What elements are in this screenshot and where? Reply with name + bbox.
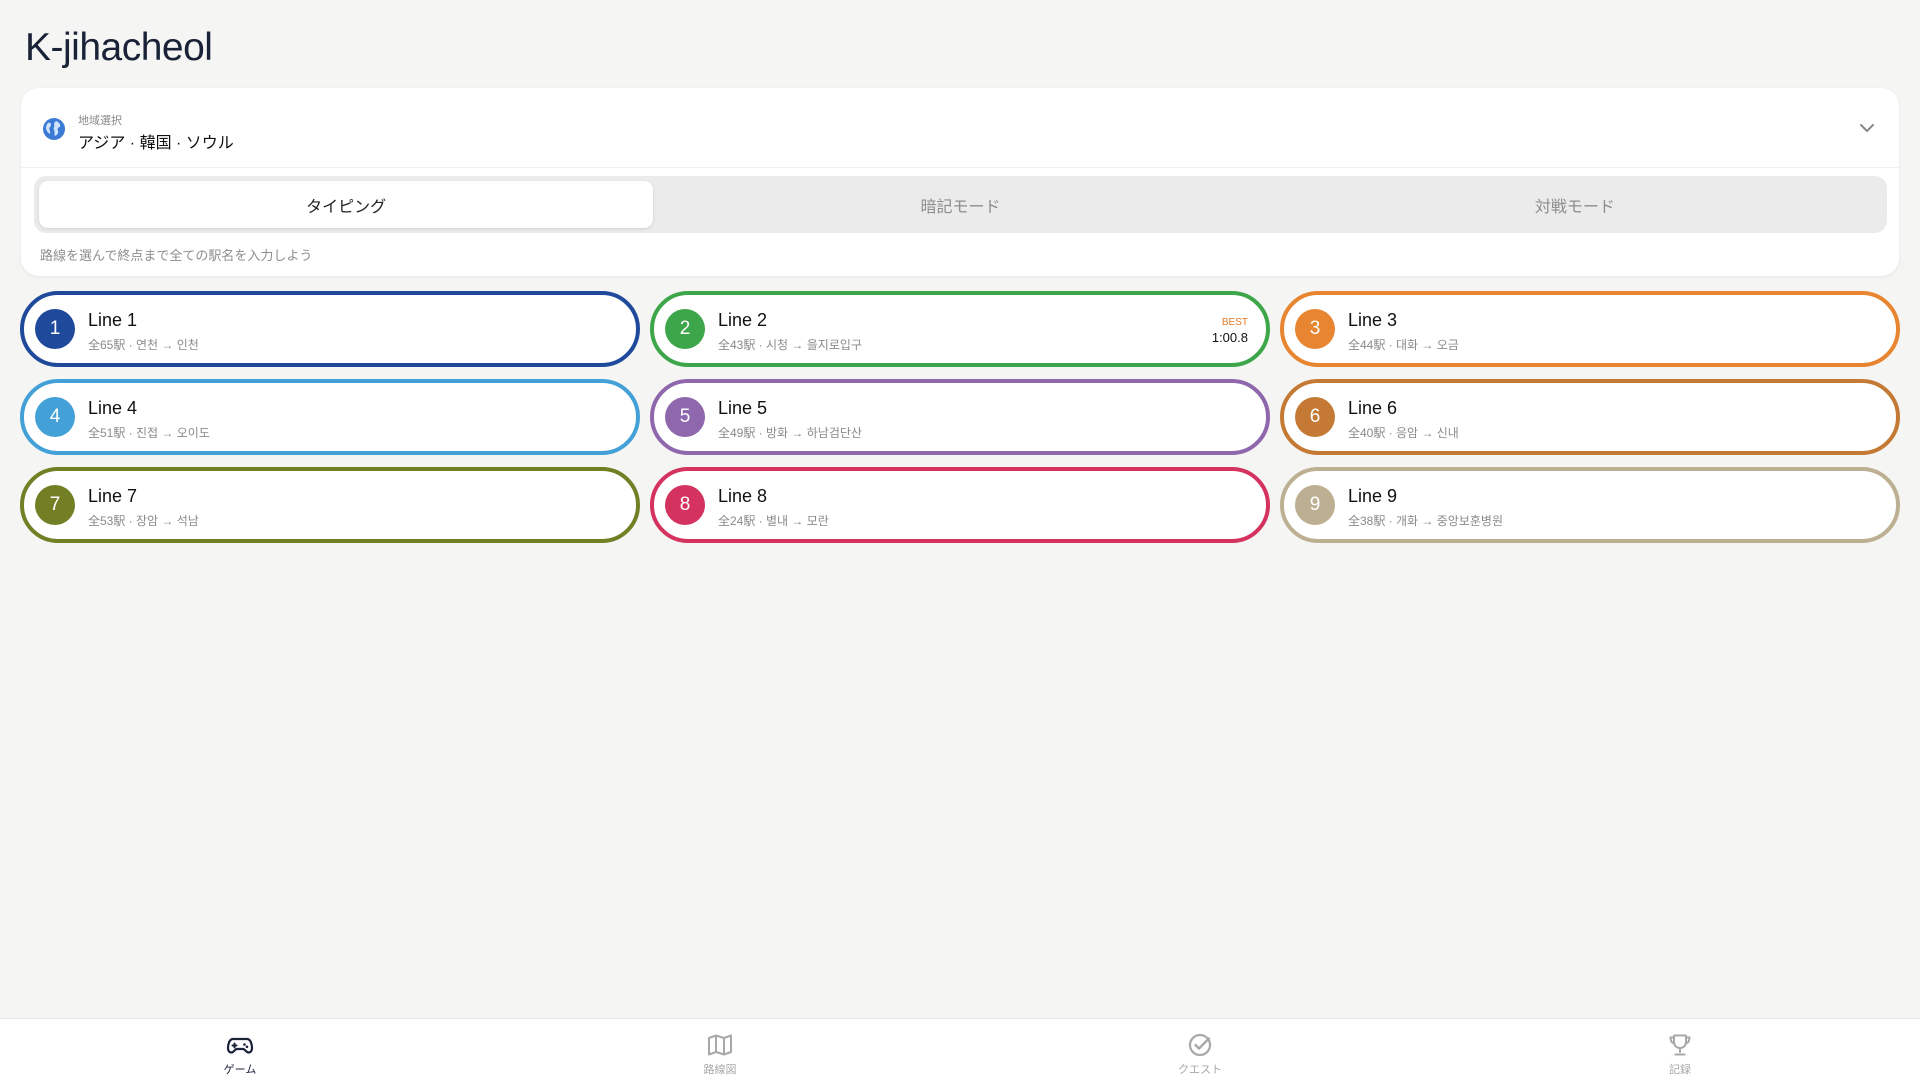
trophy-icon [1669, 1034, 1691, 1056]
nav-item-game[interactable]: ゲーム [0, 1019, 480, 1080]
nav-item-records[interactable]: 記録 [1440, 1019, 1920, 1080]
line-number-badge: 4 [35, 397, 75, 437]
line-detail: 全40駅 · 응암 → 신내 [1348, 426, 1459, 440]
region-selector[interactable]: 地域選択 アジア · 韓国 · ソウル [21, 88, 1899, 168]
nav-label: クエスト [1178, 1064, 1222, 1076]
best-time: 1:00.8 [1211, 330, 1248, 345]
line-card-8[interactable]: 8 Line 8 全24駅 · 별내 → 모란 [650, 467, 1270, 543]
line-name: Line 8 [718, 486, 768, 506]
nav-label: ゲーム [223, 1064, 257, 1076]
app-title: K-jihacheol [25, 26, 213, 69]
line-card-6[interactable]: 6 Line 6 全40駅 · 응암 → 신내 [1280, 379, 1900, 455]
line-card-2[interactable]: 2 Line 2 全43駅 · 시청 → 을지로입구 BEST 1:00.8 [650, 291, 1270, 367]
line-detail: 全49駅 · 방화 → 하남검단산 [718, 426, 862, 440]
tab-battle[interactable]: 対戦モード [1268, 181, 1882, 228]
line-card-3[interactable]: 3 Line 3 全44駅 · 대화 → 오금 [1280, 291, 1900, 367]
line-number-badge: 7 [35, 485, 75, 525]
line-list: 1 Line 1 全65駅 · 연천 → 인천 2 Line 2 全43駅 · … [20, 291, 1900, 543]
line-name: Line 4 [88, 398, 138, 418]
region-value: アジア · 韓国 · ソウル [78, 135, 234, 152]
line-detail: 全44駅 · 대화 → 오금 [1348, 338, 1459, 352]
line-number-badge: 6 [1295, 397, 1335, 437]
nav-item-quest[interactable]: クエスト [960, 1019, 1440, 1080]
chevron-down-icon[interactable] [1859, 122, 1875, 134]
line-number-badge: 1 [35, 309, 75, 349]
gamepad-icon [226, 1037, 254, 1054]
page: K-jihacheol 地域選択 アジア · 韓国 · ソウル タイピング 暗記… [0, 0, 1920, 1080]
line-card-7[interactable]: 7 Line 7 全53駅 · 장암 → 석남 [20, 467, 640, 543]
line-detail: 全24駅 · 별내 → 모란 [718, 514, 829, 528]
line-number-badge: 9 [1295, 485, 1335, 525]
best-label: BEST [1221, 317, 1248, 328]
region-caption: 地域選択 [78, 115, 122, 127]
tab-memorize[interactable]: 暗記モード [653, 181, 1267, 228]
line-detail: 全43駅 · 시청 → 을지로입구 [718, 338, 862, 352]
line-number-badge: 2 [665, 309, 705, 349]
tab-typing[interactable]: タイピング [39, 181, 654, 228]
mode-panel: 地域選択 アジア · 韓国 · ソウル タイピング 暗記モード 対戦モード 路線… [21, 88, 1899, 276]
globe-icon [43, 118, 65, 140]
line-number-badge: 5 [665, 397, 705, 437]
mode-tabs: タイピング 暗記モード 対戦モード [34, 176, 1887, 233]
line-name: Line 3 [1348, 310, 1398, 330]
nav-item-map[interactable]: 路線図 [480, 1019, 960, 1080]
line-name: Line 6 [1348, 398, 1398, 418]
bottom-nav: ゲーム 路線図 クエスト 記録 [0, 1018, 1920, 1080]
check-circle-icon [1188, 1033, 1212, 1057]
map-icon [708, 1034, 732, 1056]
line-name: Line 1 [88, 310, 138, 330]
mode-hint: 路線を選んで終点まで全ての駅名を入力しよう [40, 248, 313, 263]
line-number-badge: 3 [1295, 309, 1335, 349]
line-name: Line 2 [718, 310, 768, 330]
line-name: Line 7 [88, 486, 138, 506]
line-detail: 全51駅 · 진접 → 오이도 [88, 426, 210, 440]
line-card-4[interactable]: 4 Line 4 全51駅 · 진접 → 오이도 [20, 379, 640, 455]
nav-label: 路線図 [703, 1064, 737, 1076]
line-detail: 全53駅 · 장암 → 석남 [88, 514, 199, 528]
line-number-badge: 8 [665, 485, 705, 525]
line-card-5[interactable]: 5 Line 5 全49駅 · 방화 → 하남검단산 [650, 379, 1270, 455]
line-detail: 全65駅 · 연천 → 인천 [88, 338, 199, 352]
nav-label: 記録 [1669, 1064, 1691, 1076]
line-card-1[interactable]: 1 Line 1 全65駅 · 연천 → 인천 [20, 291, 640, 367]
line-detail: 全38駅 · 개화 → 중앙보훈병원 [1348, 514, 1504, 528]
line-card-9[interactable]: 9 Line 9 全38駅 · 개화 → 중앙보훈병원 [1280, 467, 1900, 543]
line-name: Line 9 [1348, 486, 1398, 506]
line-name: Line 5 [718, 398, 768, 418]
